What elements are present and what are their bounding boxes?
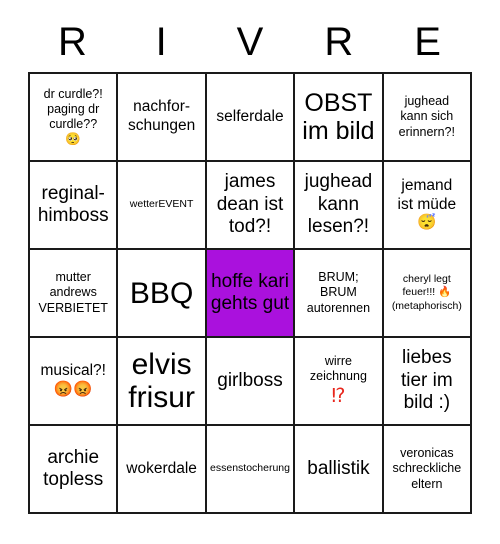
bingo-cell-1-4[interactable]: jemand ist müde 😴 <box>383 162 473 250</box>
bingo-cell-1-3[interactable]: jughead kann lesen?! <box>295 162 384 250</box>
bingo-header-row: R I V R E <box>28 12 472 72</box>
header-letter-4: E <box>414 20 441 64</box>
bingo-cell-label: liebes tier im bild :) <box>400 347 453 414</box>
bingo-cell-label: ballistik <box>307 457 370 479</box>
bingo-grid: dr curdle?! paging dr curdle?? 🥺 nachfor-… <box>28 72 473 514</box>
bingo-cell-label: archie topless <box>43 446 104 490</box>
bingo-cell-label: BBQ <box>129 276 194 310</box>
bingo-cell-label: musical?! 😡😡 <box>40 362 106 398</box>
bingo-cell-4-4[interactable]: veronicas schreckliche eltern <box>383 426 473 514</box>
header-letter-1: I <box>155 20 167 64</box>
bingo-cell-3-4[interactable]: liebes tier im bild :) <box>383 338 473 426</box>
bingo-cell-1-2[interactable]: james dean ist tod?! <box>206 162 296 250</box>
bingo-cell-label: hoffe kari gehts gut <box>210 270 290 314</box>
bingo-row: archie topless wokerdale essenstocherung ba… <box>30 426 473 514</box>
bingo-cell-label: wirre zeichnung ⁉ <box>309 354 367 407</box>
header-letter-0: R <box>57 20 87 64</box>
bingo-cell-label: james dean ist tod?! <box>216 171 284 238</box>
bingo-cell-label: BRUM; BRUM autorennen <box>306 270 371 315</box>
bingo-cell-4-3[interactable]: ballistik <box>295 426 384 514</box>
bingo-cell-label: elvis frisur <box>128 348 195 414</box>
bingo-cell-label: veronicas schreckliche eltern <box>392 446 462 491</box>
bingo-cell-0-3[interactable]: OBST im bild <box>295 74 384 162</box>
header-letter-3: R <box>324 20 354 64</box>
bingo-row: reginal- himboss wetterEVENT james dean is… <box>30 162 473 250</box>
bingo-cell-label: OBST im bild <box>302 89 375 145</box>
bingo-cell-3-2[interactable]: girlboss <box>206 338 296 426</box>
bingo-cell-3-0[interactable]: musical?! 😡😡 <box>30 338 119 426</box>
bingo-cell-3-3[interactable]: wirre zeichnung ⁉ <box>295 338 384 426</box>
bingo-cell-1-1[interactable]: wetterEVENT <box>118 162 207 250</box>
bingo-cell-label: girlboss <box>217 369 283 391</box>
bingo-cell-label: wetterEVENT <box>129 198 194 211</box>
bingo-cell-2-3[interactable]: BRUM; BRUM autorennen <box>295 250 384 338</box>
bingo-cell-accent-mark: ⁉ <box>331 385 346 407</box>
bingo-cell-0-2[interactable]: selferdale <box>206 74 296 162</box>
bingo-cell-label: jughead kann lesen?! <box>304 171 373 238</box>
bingo-cell-1-0[interactable]: reginal- himboss <box>30 162 119 250</box>
bingo-cell-label: cheryl legt feuer!!! 🔥 (metaphorisch) <box>391 273 462 312</box>
bingo-cell-label: reginal- himboss <box>37 182 109 226</box>
bingo-cell-0-1[interactable]: nachfor- schungen <box>118 74 207 162</box>
bingo-cell-label: selferdale <box>216 107 284 125</box>
bingo-cell-2-1[interactable]: BBQ <box>118 250 207 338</box>
bingo-cell-0-0[interactable]: dr curdle?! paging dr curdle?? 🥺 <box>30 74 119 162</box>
bingo-cell-3-1[interactable]: elvis frisur <box>118 338 207 426</box>
bingo-row: mutter andrews VERBIETET BBQ hoffe kari ge… <box>30 250 473 338</box>
bingo-cell-label: mutter andrews VERBIETET <box>38 270 108 315</box>
bingo-cell-2-2[interactable]: hoffe kari gehts gut <box>206 250 296 338</box>
bingo-cell-label: essenstocherung <box>210 462 290 475</box>
bingo-card: R I V R E dr curdle?! paging dr curdle??… <box>28 12 473 514</box>
bingo-cell-2-4[interactable]: cheryl legt feuer!!! 🔥 (metaphorisch) <box>383 250 473 338</box>
bingo-cell-label: jughead kann sich erinnern?! <box>398 94 455 139</box>
bingo-cell-4-2[interactable]: essenstocherung <box>206 426 296 514</box>
bingo-row: musical?! 😡😡 elvis frisur girlboss wirre ze… <box>30 338 473 426</box>
bingo-row: dr curdle?! paging dr curdle?? 🥺 nachfor-… <box>30 74 473 162</box>
bingo-cell-2-0[interactable]: mutter andrews VERBIETET <box>30 250 119 338</box>
bingo-cell-4-1[interactable]: wokerdale <box>118 426 207 514</box>
bingo-cell-4-0[interactable]: archie topless <box>30 426 119 514</box>
bingo-cell-0-4[interactable]: jughead kann sich erinnern?! <box>383 74 473 162</box>
header-letter-2: V <box>236 20 264 64</box>
bingo-cell-label: nachfor- schungen <box>127 98 196 134</box>
bingo-cell-label: wokerdale <box>126 459 197 477</box>
bingo-cell-label: jemand ist müde 😴 <box>397 177 457 232</box>
bingo-cell-label: dr curdle?! paging dr curdle?? 🥺 <box>43 86 103 147</box>
